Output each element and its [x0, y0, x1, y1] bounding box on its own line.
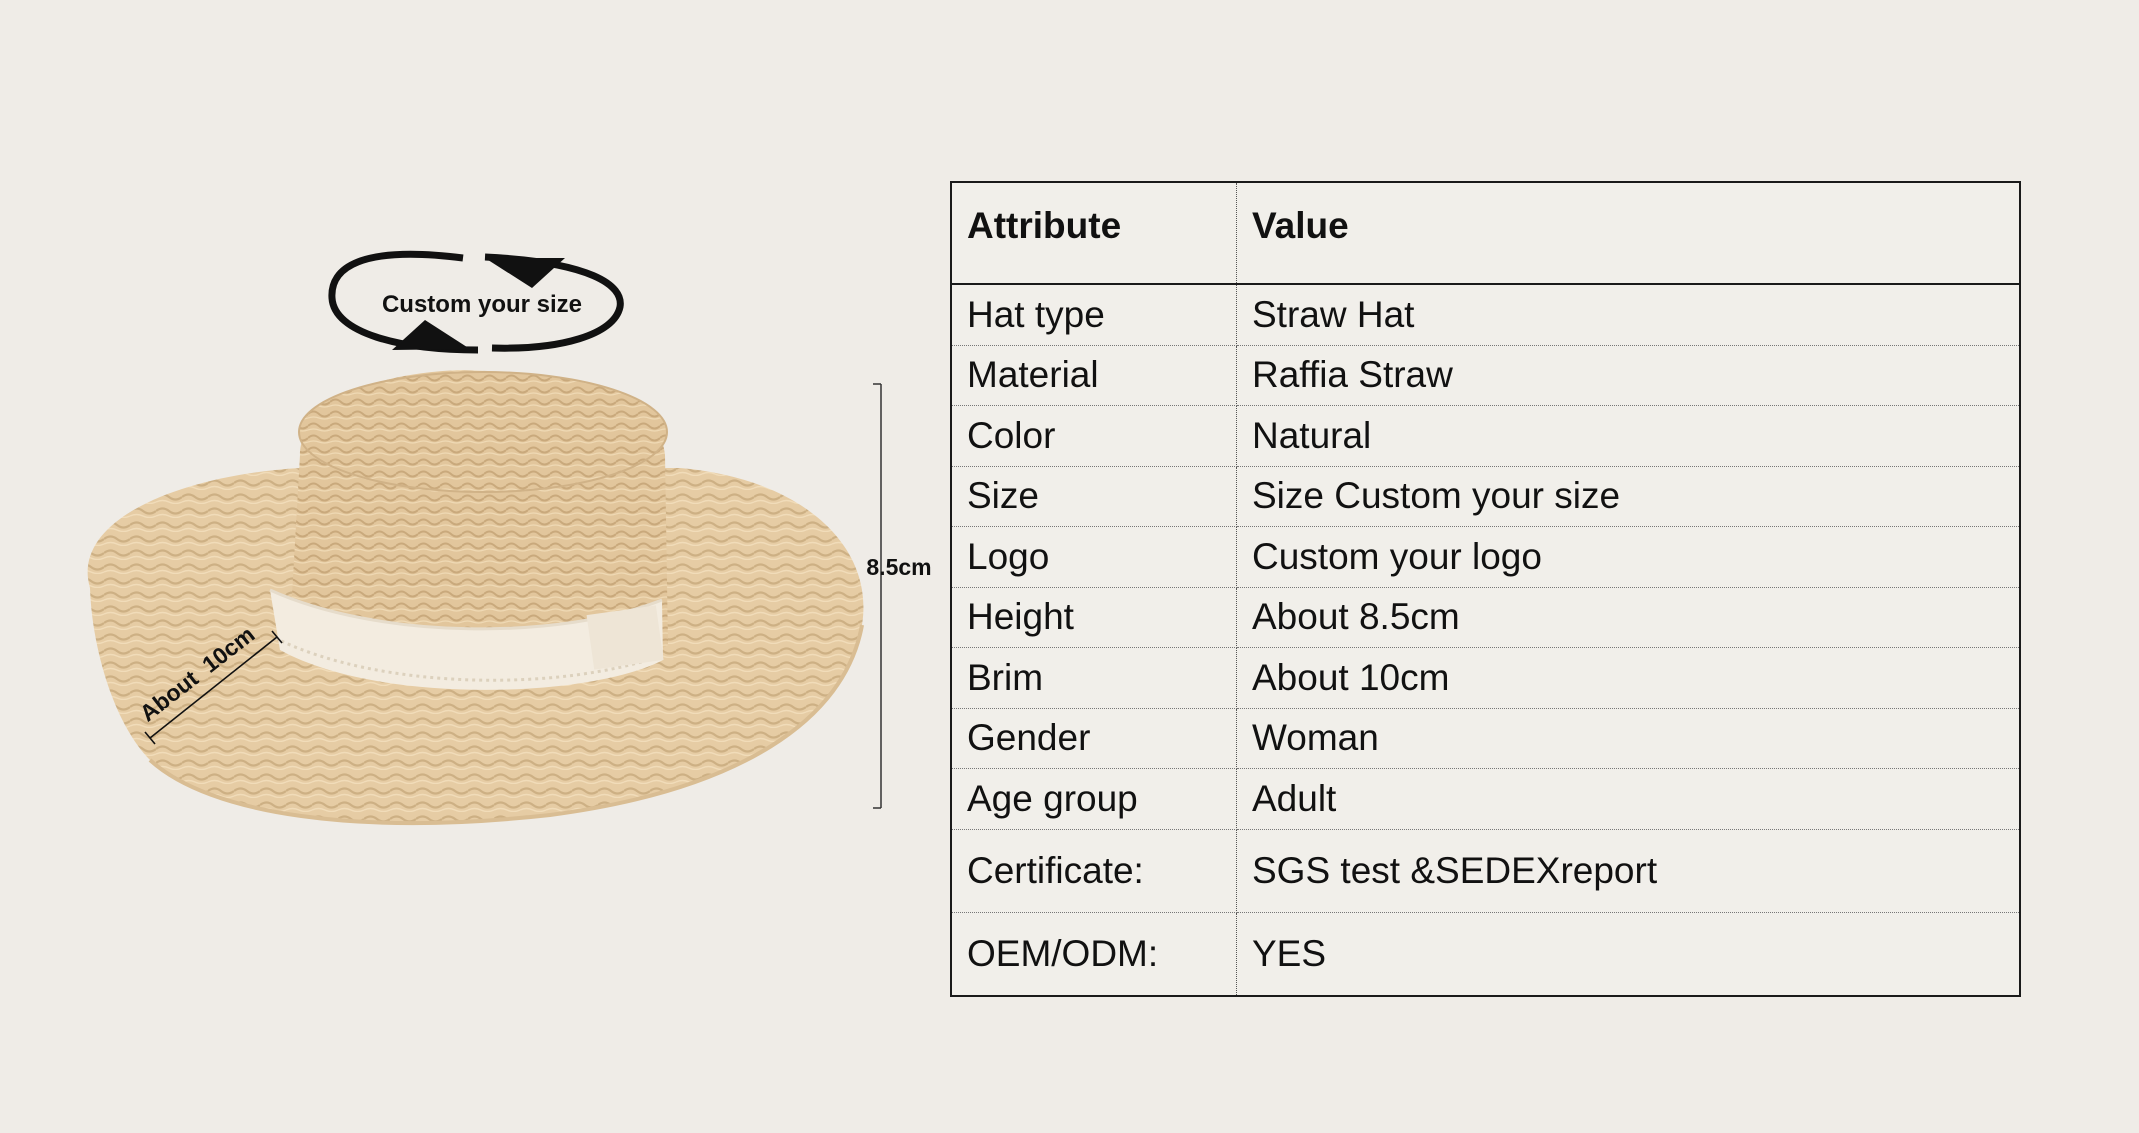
value-cell: Woman: [1236, 708, 2020, 769]
attribute-cell: Gender: [951, 708, 1237, 769]
value-cell: About 10cm: [1236, 647, 2020, 709]
value-cell: Natural: [1236, 405, 2020, 467]
table-row: OEM/ODM: YES: [951, 912, 2020, 996]
value-cell: Adult: [1236, 768, 2020, 830]
table-row: Size Size Custom your size: [951, 466, 2020, 527]
attribute-cell: Size: [951, 466, 1237, 527]
value-cell: Straw Hat: [1236, 284, 2020, 346]
value-cell: About 8.5cm: [1236, 587, 2020, 648]
table-row: Material Raffia Straw: [951, 345, 2020, 406]
table-row: Age group Adult: [951, 768, 2020, 830]
value-cell: Raffia Straw: [1236, 345, 2020, 406]
attribute-cell: Certificate:: [951, 829, 1237, 913]
table-header-row: Attribute Value: [951, 182, 2020, 285]
attribute-column-header: Attribute: [951, 182, 1237, 285]
attribute-cell: Color: [951, 405, 1237, 467]
table-row: Logo Custom your logo: [951, 526, 2020, 588]
attribute-cell: Age group: [951, 768, 1237, 830]
value-cell: Size Custom your size: [1236, 466, 2020, 527]
value-cell: Custom your logo: [1236, 526, 2020, 588]
custom-size-label: Custom your size: [382, 291, 582, 318]
height-label: 8.5cm: [866, 554, 931, 580]
height-dimension-line: [873, 383, 882, 809]
attribute-cell: OEM/ODM:: [951, 912, 1237, 996]
table-row: Certificate: SGS test &SEDEXreport: [951, 829, 2020, 913]
table-row: Brim About 10cm: [951, 647, 2020, 709]
product-specs-table: Attribute Value Hat type Straw Hat Mater…: [950, 181, 2021, 997]
hat-product-illustration: Custom your size 8.5cm About 10cm: [87, 250, 932, 825]
attribute-cell: Height: [951, 587, 1237, 648]
value-column-header: Value: [1236, 182, 2020, 285]
attribute-cell: Hat type: [951, 284, 1237, 346]
table-row: Height About 8.5cm: [951, 587, 2020, 648]
table-row: Gender Woman: [951, 708, 2020, 769]
table-row: Color Natural: [951, 405, 2020, 467]
attribute-cell: Logo: [951, 526, 1237, 588]
attribute-cell: Brim: [951, 647, 1237, 709]
attribute-cell: Material: [951, 345, 1237, 406]
value-cell: SGS test &SEDEXreport: [1236, 829, 2020, 913]
table-row: Hat type Straw Hat: [951, 284, 2020, 346]
value-cell: YES: [1252, 932, 1327, 974]
